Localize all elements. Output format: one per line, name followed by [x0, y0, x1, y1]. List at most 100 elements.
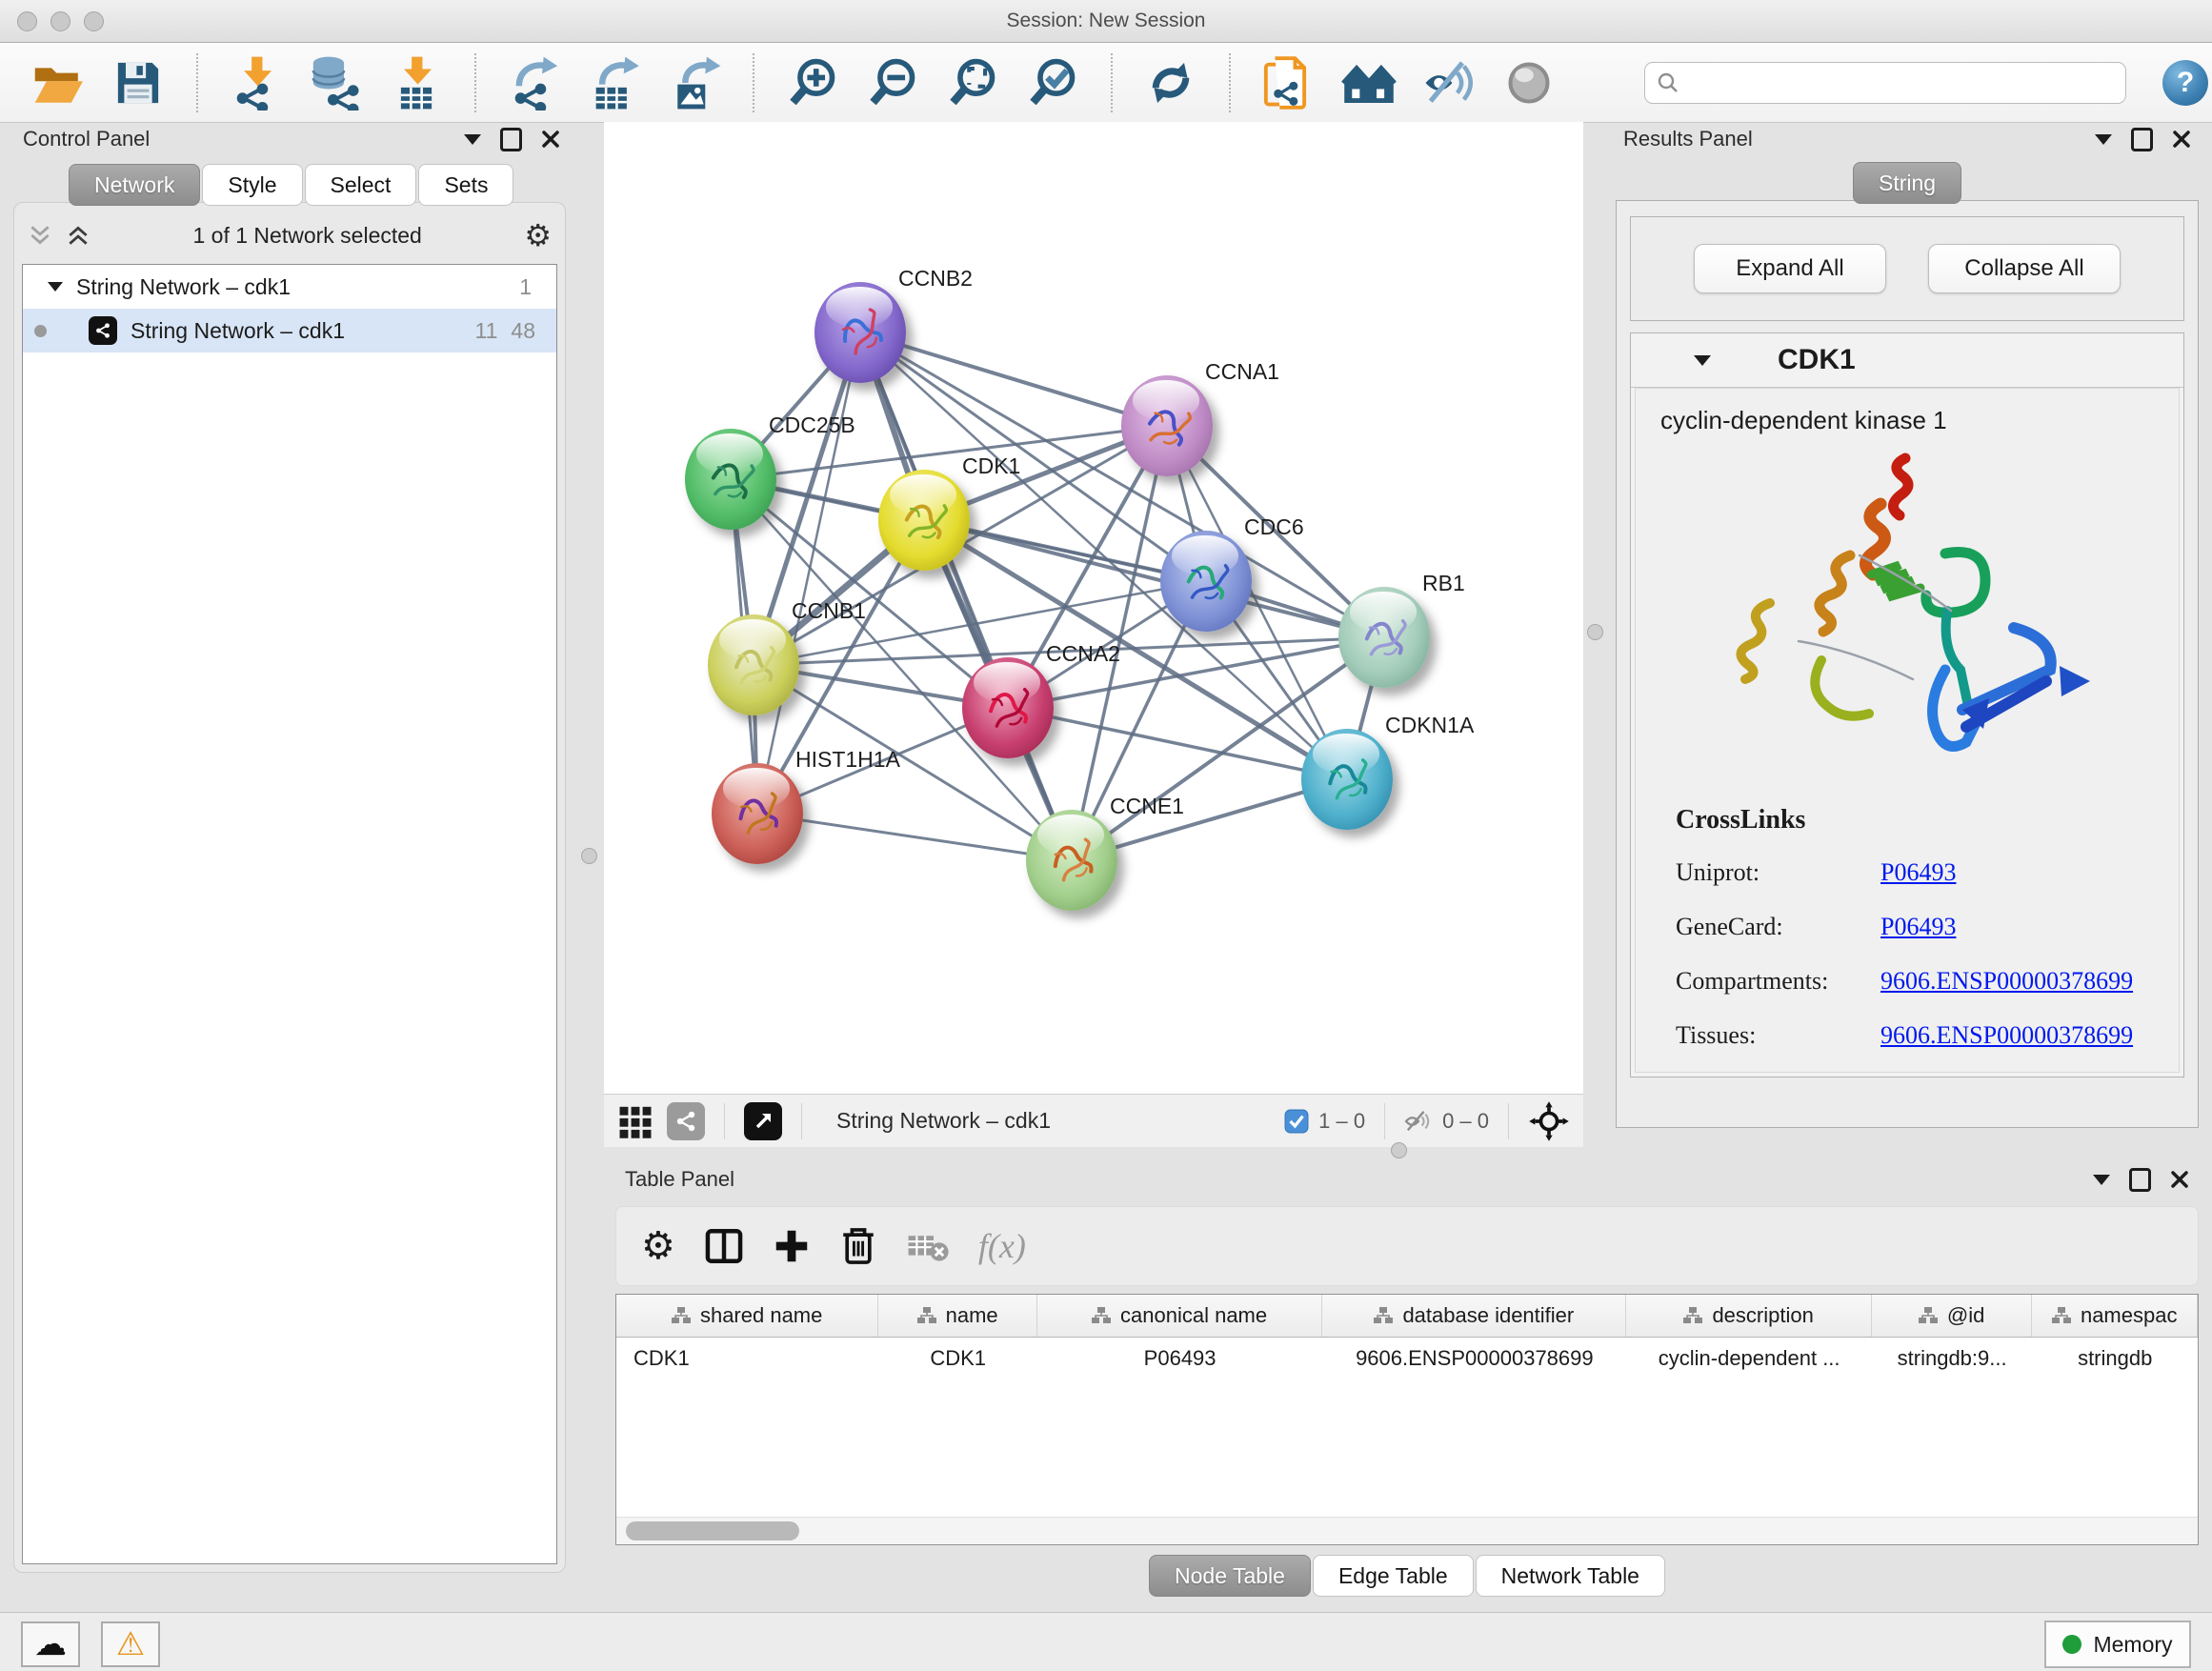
network-selection-status: 1 of 1 Network selected [90, 223, 524, 249]
collapse-all-icon[interactable] [28, 223, 52, 248]
fit-selected-crosshair-icon[interactable] [1528, 1100, 1570, 1142]
node-cdc25b[interactable] [685, 429, 776, 530]
tab-node-table[interactable]: Node Table [1149, 1555, 1311, 1597]
panel-float-icon[interactable] [2129, 1168, 2151, 1192]
crosslink-link[interactable]: 9606.ENSP00000378699 [1880, 967, 2179, 996]
node-ccne1[interactable] [1026, 810, 1117, 911]
network-row[interactable]: String Network – cdk1 11 48 [23, 309, 556, 352]
warnings-button[interactable]: ⚠ [101, 1621, 160, 1667]
column-header-namespac[interactable]: namespac [2032, 1295, 2198, 1337]
panel-float-icon[interactable] [500, 128, 522, 151]
birds-eye-view-icon[interactable] [744, 1102, 782, 1140]
search-input[interactable] [1689, 71, 2093, 95]
gene-section-header[interactable]: CDK1 [1631, 333, 2183, 388]
scrollbar-thumb[interactable] [626, 1521, 799, 1540]
delete-column-icon[interactable] [839, 1226, 877, 1266]
collection-expand-icon[interactable] [48, 282, 63, 292]
string-show-labels-icon[interactable] [1419, 53, 1478, 112]
export-network-icon[interactable] [505, 53, 564, 112]
table-row[interactable]: CDK1CDK1P064939606.ENSP00000378699cyclin… [616, 1338, 2198, 1379]
panel-float-icon[interactable] [2131, 128, 2153, 151]
string-import-icon[interactable] [1259, 53, 1318, 112]
section-collapse-icon[interactable] [1694, 355, 1711, 366]
edge-hist1h1a-ccne1[interactable] [757, 814, 1072, 860]
function-builder-icon: f(x) [978, 1226, 1026, 1266]
crosslink-link[interactable]: 9606.ENSP00000378699 [1880, 1021, 2179, 1050]
help-button[interactable]: ? [2162, 60, 2208, 106]
network-collection-row[interactable]: String Network – cdk1 1 [23, 265, 556, 309]
selected-checkbox-icon[interactable] [1284, 1109, 1309, 1134]
expand-all-button[interactable]: Expand All [1694, 244, 1886, 293]
tab-network[interactable]: Network [69, 164, 200, 206]
node-ccnb2[interactable] [814, 282, 906, 383]
tab-style[interactable]: Style [202, 164, 302, 206]
string-home-icon[interactable] [1339, 53, 1398, 112]
memory-button[interactable]: Memory [2044, 1621, 2191, 1668]
add-column-icon[interactable] [773, 1227, 811, 1265]
node-cdkn1a[interactable] [1301, 729, 1393, 830]
network-share-icon[interactable] [667, 1102, 705, 1140]
grid-view-icon[interactable] [617, 1103, 654, 1139]
edge-ccna2-cdkn1a[interactable] [1008, 708, 1347, 779]
node-ccna1[interactable] [1121, 375, 1213, 476]
zoom-fit-icon[interactable] [943, 53, 1002, 112]
column-header-database-identifier[interactable]: database identifier [1322, 1295, 1626, 1337]
crosslink-label: Tissues: [1676, 1021, 1880, 1050]
import-network-database-icon[interactable] [307, 53, 366, 112]
import-table-file-icon[interactable] [387, 53, 446, 112]
zoom-in-icon[interactable] [783, 53, 842, 112]
table-settings-gear-icon[interactable]: ⚙ [641, 1224, 675, 1268]
edge-ccnb2-ccna1[interactable] [860, 332, 1167, 426]
zoom-selected-icon[interactable] [1023, 53, 1082, 112]
panel-menu-icon[interactable] [464, 134, 481, 145]
save-session-icon[interactable] [109, 53, 168, 112]
node-cdk1[interactable] [878, 470, 970, 571]
search-box[interactable] [1644, 62, 2126, 104]
column-header-name[interactable]: name [878, 1295, 1037, 1337]
crosslink-link[interactable]: P06493 [1880, 858, 2179, 887]
import-network-file-icon[interactable] [227, 53, 286, 112]
bottom-splitter-handle[interactable] [1391, 1142, 1407, 1158]
crosslink-row: GeneCard:P06493 [1676, 899, 2179, 954]
node-cdc6[interactable] [1160, 531, 1252, 632]
gear-icon[interactable]: ⚙ [524, 217, 552, 253]
panel-menu-icon[interactable] [2095, 134, 2112, 145]
column-header-description[interactable]: description [1626, 1295, 1871, 1337]
collapse-all-button[interactable]: Collapse All [1928, 244, 2121, 293]
node-ccna2[interactable] [962, 657, 1054, 758]
node-hist1h1a[interactable] [712, 763, 803, 864]
tab-sets[interactable]: Sets [418, 164, 513, 206]
show-columns-icon[interactable] [704, 1226, 744, 1266]
table-toolbar: ⚙ f(x) [615, 1206, 2199, 1286]
export-image-icon[interactable] [665, 53, 724, 112]
network-tab-body: 1 of 1 Network selected ⚙ String Network… [13, 202, 566, 1573]
tab-edge-table[interactable]: Edge Table [1313, 1555, 1474, 1597]
export-table-icon[interactable] [585, 53, 644, 112]
tab-string[interactable]: String [1853, 162, 1961, 204]
column-header--id[interactable]: @id [1872, 1295, 2033, 1337]
tab-select[interactable]: Select [305, 164, 417, 206]
tab-network-table[interactable]: Network Table [1476, 1555, 1665, 1597]
column-header-canonical-name[interactable]: canonical name [1037, 1295, 1322, 1337]
panel-menu-icon[interactable] [2093, 1175, 2110, 1185]
node-ccnb1[interactable] [708, 614, 799, 715]
cloud-status-button[interactable]: ☁ [21, 1621, 80, 1667]
right-splitter-handle[interactable] [1587, 624, 1603, 640]
node-rb1[interactable] [1338, 587, 1430, 688]
refresh-layout-icon[interactable] [1141, 53, 1200, 112]
panel-close-icon[interactable] [541, 130, 560, 149]
crosslink-link[interactable]: P06493 [1880, 913, 2179, 941]
panel-close-icon[interactable] [2172, 130, 2191, 149]
expand-all-icon[interactable] [66, 223, 90, 248]
left-splitter-handle[interactable] [581, 848, 597, 864]
zoom-out-icon[interactable] [863, 53, 922, 112]
network-canvas[interactable]: CCNB2CCNA1CDC25BCDK1CDC6RB1CCNB1CCNA2CDK… [604, 122, 1583, 1094]
table-horizontal-scrollbar[interactable] [616, 1517, 2198, 1544]
column-header-shared-name[interactable]: shared name [616, 1295, 878, 1337]
control-panel-tabs: NetworkStyleSelectSets [69, 164, 513, 206]
table-panel-title: Table Panel [625, 1167, 734, 1192]
hidden-counts: 0 – 0 [1404, 1109, 1489, 1134]
open-session-icon[interactable] [29, 53, 88, 112]
string-glass-ball-icon[interactable] [1499, 53, 1558, 112]
panel-close-icon[interactable] [2170, 1170, 2189, 1189]
